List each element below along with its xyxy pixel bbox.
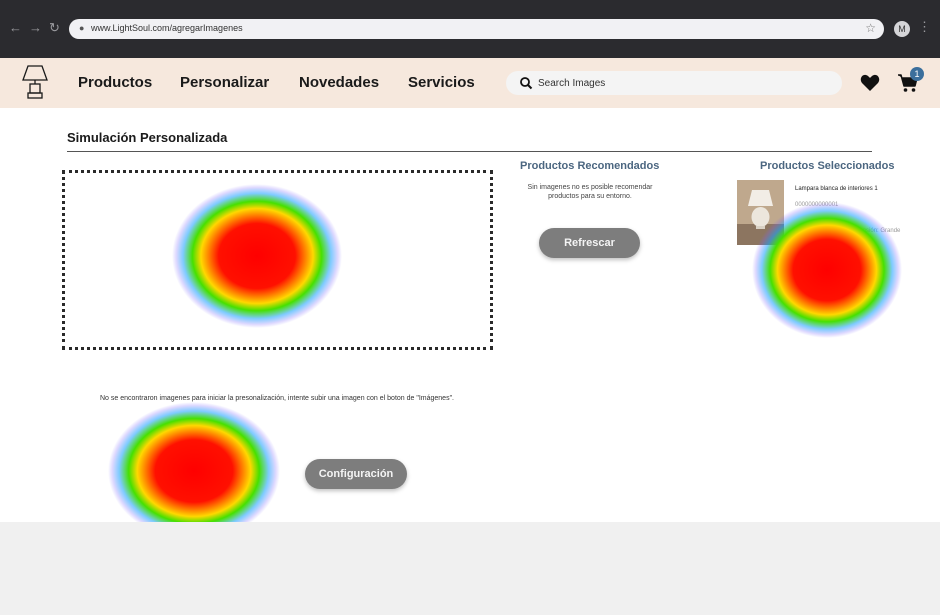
profile-avatar[interactable]: M (894, 21, 910, 37)
reload-icon[interactable]: ↻ (49, 20, 60, 36)
back-icon[interactable]: ← (9, 20, 22, 36)
nav-productos[interactable]: Productos (78, 74, 152, 91)
product-action-button[interactable] (773, 262, 873, 294)
refresh-button[interactable]: Refrescar (539, 228, 640, 258)
product-name: Lampara blanca de interiores 1 (795, 186, 878, 192)
address-bar[interactable]: ● www.LightSoul.com/agregarImagenes ☆ (69, 19, 884, 39)
nav-personalizar[interactable]: Personalizar (180, 74, 269, 91)
main-content: Simulación Personalizada Productos Recom… (0, 108, 940, 540)
browser-menu-icon[interactable]: ⋮ (918, 19, 931, 35)
heart-icon[interactable] (860, 74, 880, 92)
recommended-empty-message: Sin imagenes no es posible recomendar pr… (527, 184, 653, 200)
heatmap-blob-message (108, 402, 280, 540)
site-header: Productos Personalizar Novedades Servici… (0, 58, 940, 108)
search-box[interactable] (506, 71, 842, 95)
simulation-canvas[interactable] (62, 170, 493, 350)
selected-products-title: Productos Seleccionados (760, 160, 895, 172)
recommended-products-title: Productos Recomendados (520, 160, 660, 172)
forward-icon[interactable]: → (29, 20, 42, 36)
product-meta: Medidas: 30x20x45 Dimensión: Grande (795, 228, 901, 234)
product-code: 0000000000001 (795, 202, 839, 208)
page-footer (0, 522, 940, 615)
lock-icon: ● (79, 23, 85, 33)
empty-images-message: No se encontraron imagenes para iniciar … (99, 395, 455, 402)
search-icon (520, 77, 533, 90)
nav-novedades[interactable]: Novedades (299, 74, 379, 91)
nav-servicios[interactable]: Servicios (408, 74, 475, 91)
page-title: Simulación Personalizada (67, 130, 228, 145)
cart-count-badge: 1 (910, 67, 924, 81)
title-divider (67, 151, 872, 152)
lamp-logo-icon[interactable] (22, 64, 48, 102)
url-text: www.LightSoul.com/agregarImagenes (91, 23, 243, 33)
search-input[interactable] (538, 75, 828, 91)
configuration-button[interactable]: Configuración (305, 459, 407, 489)
product-thumbnail[interactable] (737, 180, 784, 245)
star-icon[interactable]: ☆ (865, 21, 876, 35)
browser-toolbar: ← → ↻ ● www.LightSoul.com/agregarImagene… (0, 0, 940, 58)
